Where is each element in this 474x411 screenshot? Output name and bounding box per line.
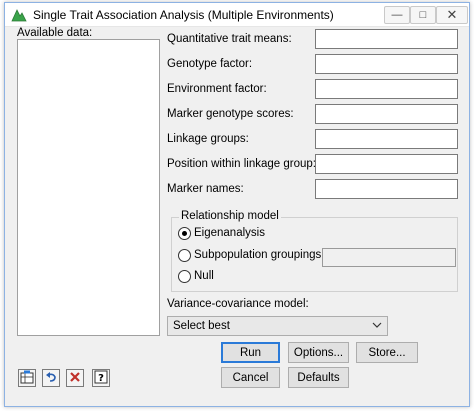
marker-genotype-scores-field[interactable] [315,104,458,124]
variance-covariance-model-label: Variance-covariance model: [167,298,309,310]
variance-covariance-model-value: Select best [173,320,230,332]
position-within-linkage-group-field[interactable] [315,154,458,174]
marker-genotype-scores-label: Marker genotype scores: [167,108,294,120]
chevron-down-icon [372,320,382,330]
genotype-factor-label: Genotype factor: [167,58,253,70]
help-button[interactable]: ? [92,369,110,387]
app-icon [11,7,27,23]
dialog-window: Single Trait Association Analysis (Multi… [4,2,470,407]
close-button[interactable]: ✕ [436,6,468,24]
null-radio[interactable] [178,270,191,283]
maximize-button[interactable]: □ [410,6,436,24]
marker-names-label: Marker names: [167,183,244,195]
title-bar[interactable]: Single Trait Association Analysis (Multi… [5,3,469,27]
window-title: Single Trait Association Analysis (Multi… [33,8,334,22]
maximize-icon: □ [419,9,427,21]
clear-button[interactable] [66,369,84,387]
undo-button[interactable] [42,369,60,387]
linkage-groups-field[interactable] [315,129,458,149]
environment-factor-label: Environment factor: [167,83,267,95]
help-icon: ? [94,370,108,387]
marker-names-field[interactable] [315,179,458,199]
run-button[interactable]: Run [221,342,280,363]
quantitative-trait-means-label: Quantitative trait means: [167,33,292,45]
spreadsheet-icon [20,370,34,387]
genotype-factor-field[interactable] [315,54,458,74]
subpopulation-groupings-field[interactable] [322,248,456,267]
subpopulation-groupings-radio[interactable] [178,249,191,262]
available-data-label: Available data: [17,27,93,39]
quantitative-trait-means-field[interactable] [315,29,458,49]
undo-icon [44,370,58,387]
environment-factor-field[interactable] [315,79,458,99]
available-data-list[interactable] [17,39,160,336]
spreadsheet-button[interactable] [18,369,36,387]
linkage-groups-label: Linkage groups: [167,133,249,145]
cancel-button[interactable]: Cancel [221,367,280,388]
clear-icon [68,370,82,387]
eigenanalysis-label[interactable]: Eigenanalysis [194,227,265,239]
svg-text:?: ? [98,373,104,384]
minimize-button[interactable]: — [384,6,410,24]
position-within-linkage-group-label: Position within linkage group: [167,158,316,170]
minimize-icon: — [391,9,403,21]
store-button[interactable]: Store... [356,342,418,363]
relationship-model-label: Relationship model [179,210,281,222]
variance-covariance-model-select[interactable]: Select best [167,316,388,336]
options-button[interactable]: Options... [288,342,349,363]
null-label[interactable]: Null [194,270,214,282]
defaults-button[interactable]: Defaults [288,367,349,388]
eigenanalysis-radio[interactable] [178,227,191,240]
subpopulation-groupings-label[interactable]: Subpopulation groupings [194,249,321,261]
close-icon: ✕ [446,7,458,22]
